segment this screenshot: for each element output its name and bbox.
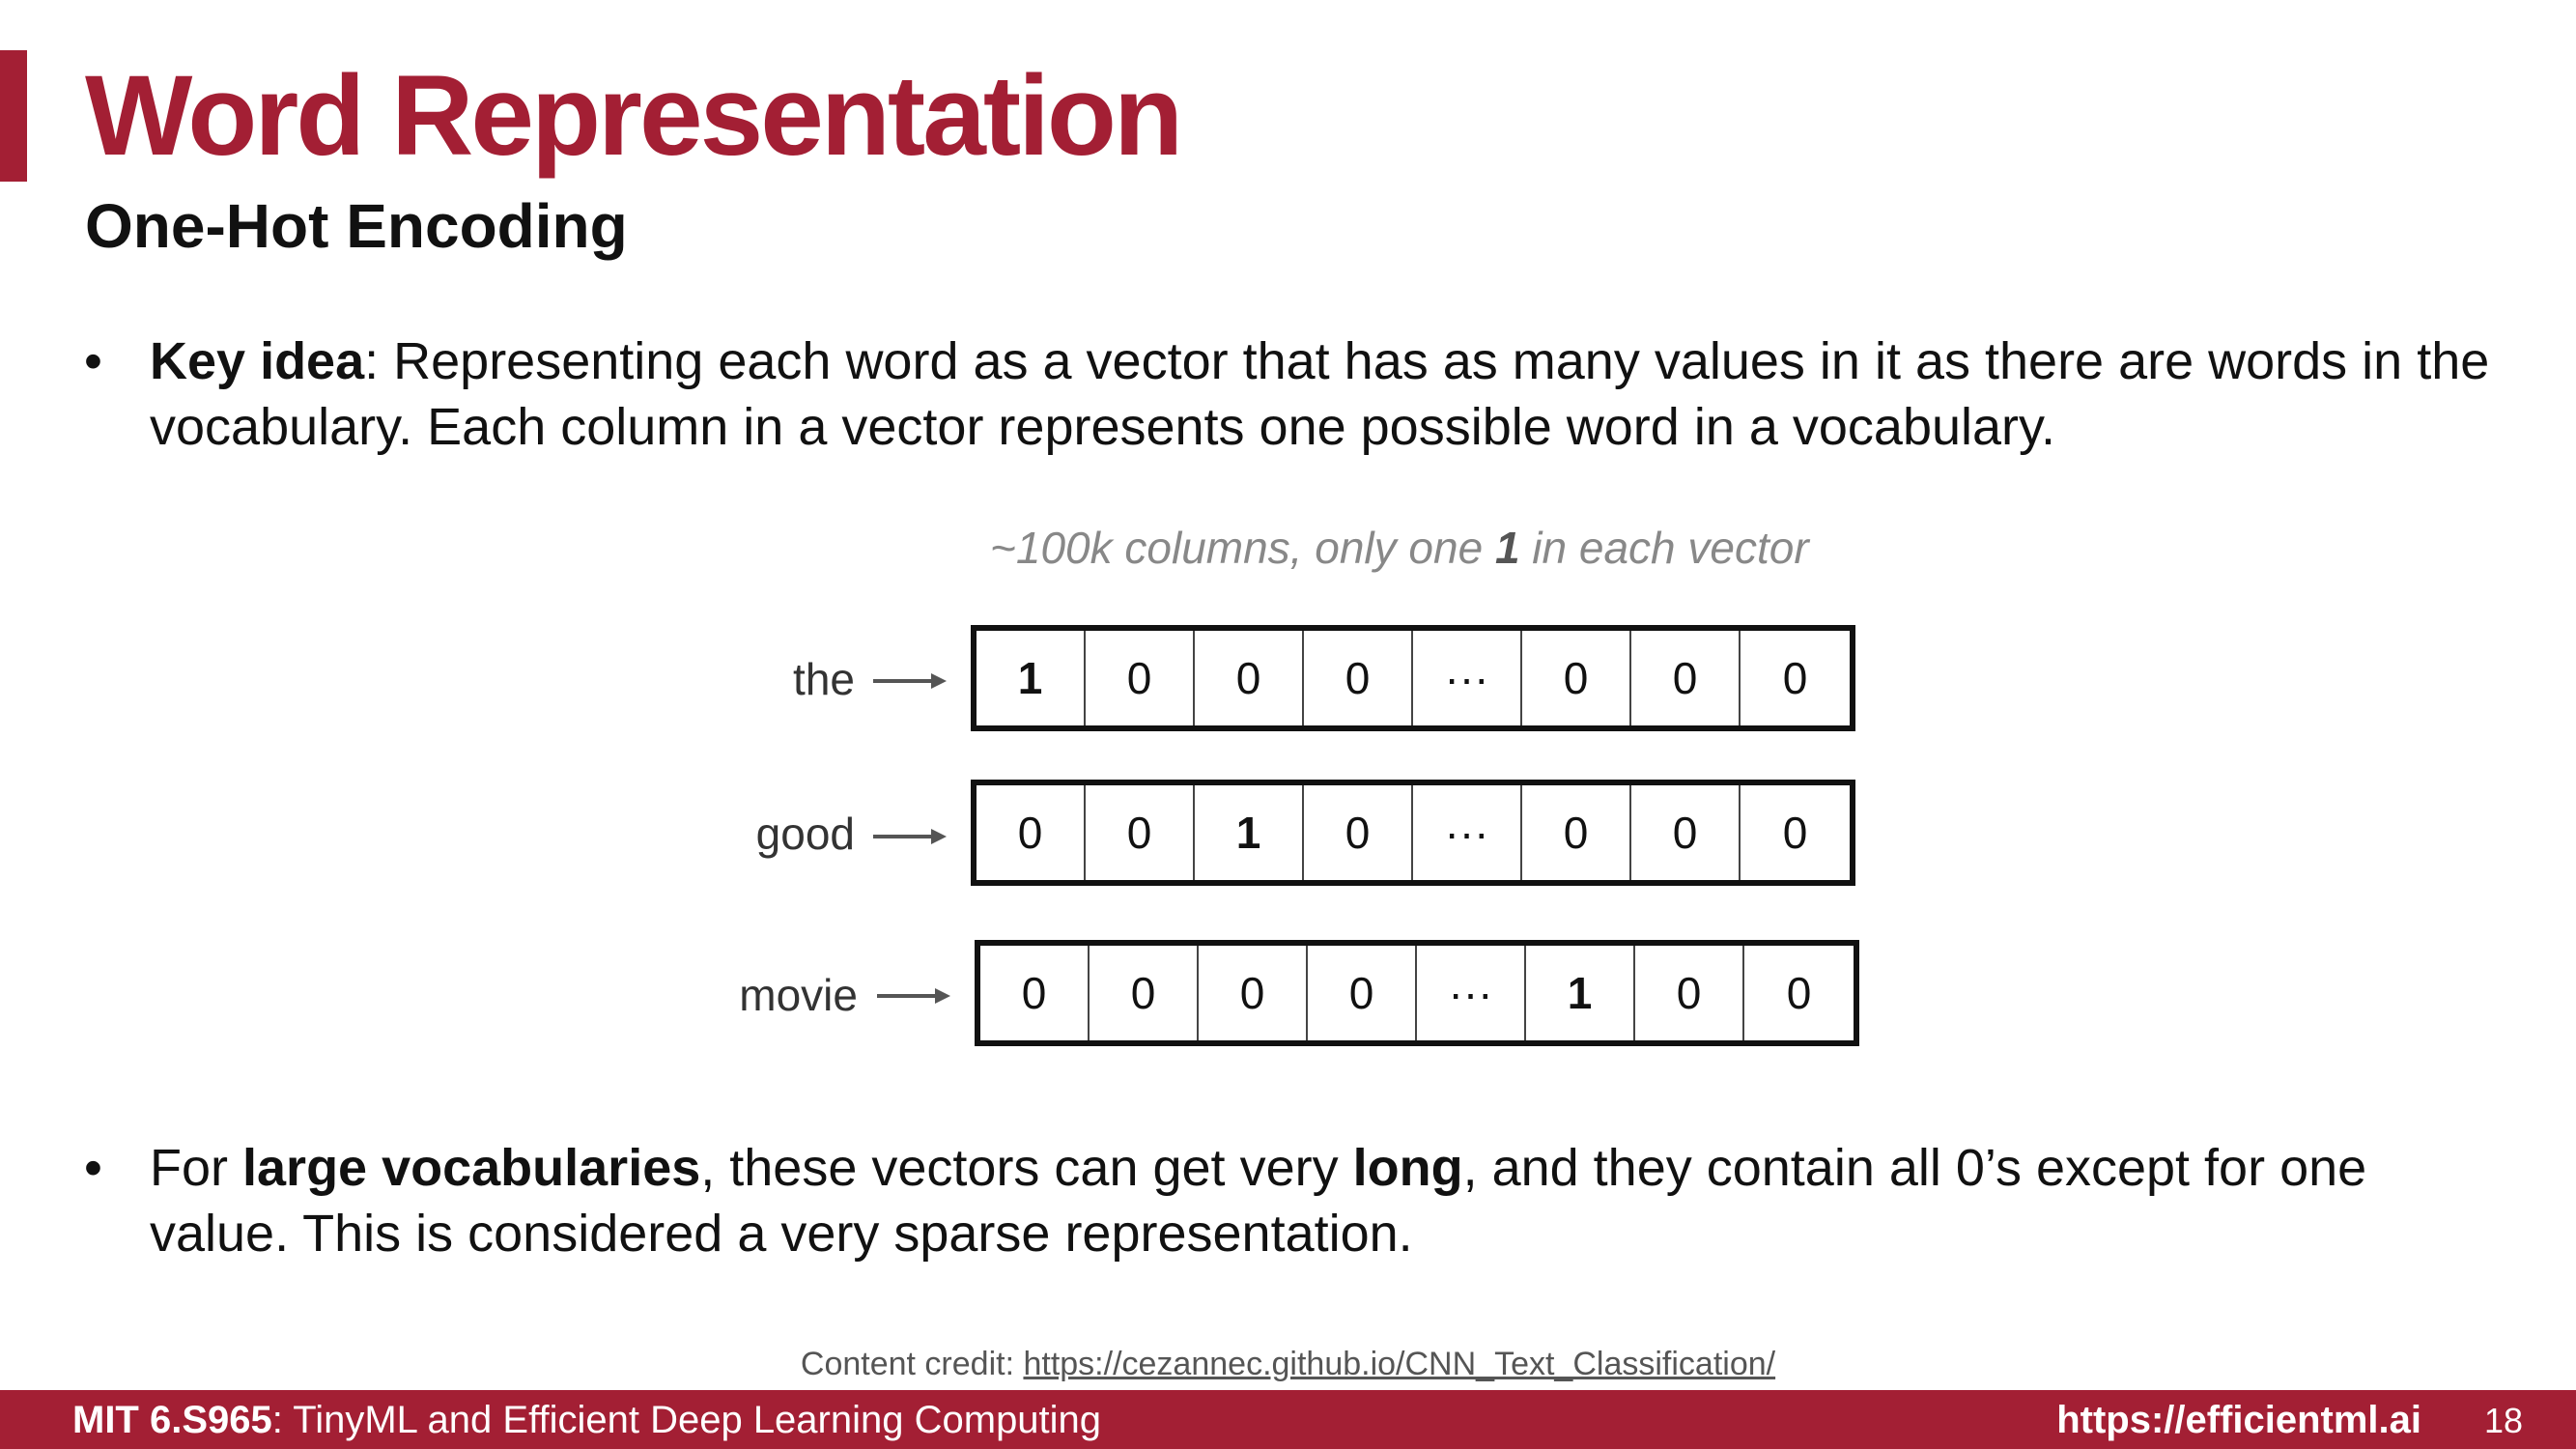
vector-cell: 0 <box>977 785 1086 880</box>
vector-cell: 0 <box>1195 631 1304 725</box>
credit-label: Content credit: <box>800 1346 1024 1382</box>
caption-text-pre: ~100k columns, only one <box>990 523 1495 573</box>
bullet-dot: • <box>84 332 102 390</box>
bullet-dot: • <box>84 1139 102 1197</box>
diagram-caption: ~100k columns, only one 1 in each vector <box>990 522 1809 574</box>
vector-cell: 1 <box>1526 946 1635 1040</box>
vector-cell: 0 <box>1522 631 1631 725</box>
vector-cell: 0 <box>1090 946 1199 1040</box>
vector-cell: 0 <box>1086 631 1195 725</box>
bullet-key-idea-bold: Key idea <box>150 332 365 390</box>
caption-text-bold: 1 <box>1494 523 1520 573</box>
footer-course: MIT 6.S965: TinyML and Efficient Deep Le… <box>72 1399 1101 1442</box>
slide-subtitle: One-Hot Encoding <box>85 191 628 261</box>
vector-cell: 0 <box>980 946 1090 1040</box>
vector-cell-ellipsis: ··· <box>1417 946 1526 1040</box>
vector-cell-ellipsis: ··· <box>1413 785 1522 880</box>
vector-cell: 0 <box>1786 968 1812 1018</box>
vector-cell: 0 <box>1782 808 1808 858</box>
vector-cell: 0 <box>1635 946 1744 1040</box>
arrow-right-icon <box>873 673 947 689</box>
bullet2-text-1: For <box>150 1139 243 1197</box>
slide-title: Word Representation <box>85 52 1183 180</box>
bullet-key-idea-text: : Representing each word as a vector tha… <box>150 332 2490 456</box>
row-label-good: good <box>755 809 855 859</box>
bullet2-bold-2: long <box>1352 1139 1463 1197</box>
vector-cell: 1 <box>1195 785 1304 880</box>
one-hot-vector-movie: 0 0 0 0 ··· 1 0 0 <box>975 940 1859 1046</box>
arrow-right-icon <box>877 988 950 1004</box>
one-hot-vector-the: 1 0 0 0 ··· 0 0 0 <box>971 625 1855 731</box>
footer-course-code: MIT 6.S965 <box>72 1399 272 1441</box>
vector-cell: 0 <box>1199 946 1308 1040</box>
page-number: 18 <box>2483 1401 2523 1440</box>
bullet-large-vocabularies: • For large vocabularies, these vectors … <box>84 1135 2516 1266</box>
vector-cell: 1 <box>977 631 1086 725</box>
bullet-key-idea: • Key idea: Representing each word as a … <box>84 328 2516 460</box>
bullet2-bold-1: large vocabularies <box>242 1139 701 1197</box>
vector-cell: 0 <box>1782 653 1808 703</box>
footer-bar: MIT 6.S965: TinyML and Efficient Deep Le… <box>0 1390 2576 1449</box>
vector-cell: 0 <box>1304 785 1413 880</box>
vector-cell-ellipsis: ··· <box>1413 631 1522 725</box>
title-accent-bar <box>0 50 27 182</box>
caption-text-post: in each vector <box>1519 523 1809 573</box>
vector-cell: 0 <box>1086 785 1195 880</box>
vector-cell: 0 <box>1631 785 1741 880</box>
row-label-movie: movie <box>739 970 858 1020</box>
row-label-the: the <box>793 654 855 704</box>
bullet2-text-2: , these vectors can get very <box>700 1139 1353 1197</box>
credit-link[interactable]: https://cezannec.github.io/CNN_Text_Clas… <box>1023 1346 1775 1382</box>
vector-cell: 0 <box>1304 631 1413 725</box>
vector-cell: 0 <box>1631 631 1741 725</box>
content-credit: Content credit: https://cezannec.github.… <box>0 1346 2576 1383</box>
arrow-right-icon <box>873 829 947 844</box>
vector-cell: 0 <box>1308 946 1417 1040</box>
footer-course-name: : TinyML and Efficient Deep Learning Com… <box>271 1399 1102 1441</box>
footer-url[interactable]: https://efficientml.ai <box>2056 1399 2421 1442</box>
one-hot-vector-good: 0 0 1 0 ··· 0 0 0 <box>971 780 1855 886</box>
vector-cell: 0 <box>1522 785 1631 880</box>
